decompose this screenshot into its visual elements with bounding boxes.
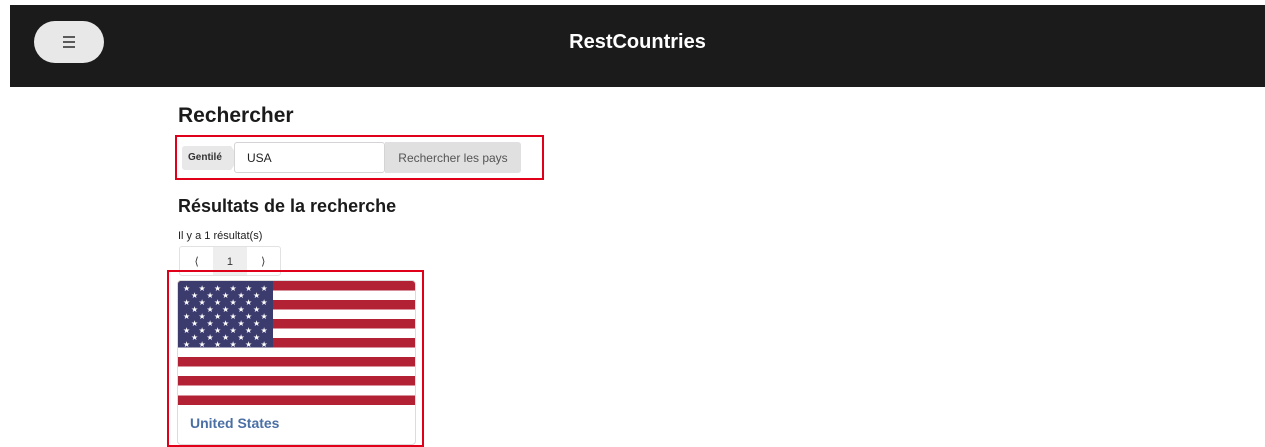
svg-text:★: ★	[253, 291, 260, 300]
svg-text:★: ★	[199, 340, 206, 349]
svg-text:★: ★	[245, 312, 252, 321]
search-input[interactable]	[234, 142, 385, 173]
svg-text:★: ★	[245, 298, 252, 307]
svg-text:★: ★	[230, 326, 237, 335]
search-heading: Rechercher	[178, 104, 294, 127]
svg-text:★: ★	[214, 284, 221, 293]
svg-text:★: ★	[261, 312, 268, 321]
country-name-link[interactable]: United States	[190, 415, 279, 431]
svg-text:★: ★	[183, 340, 190, 349]
svg-text:★: ★	[207, 305, 214, 314]
svg-text:★: ★	[230, 312, 237, 321]
svg-text:★: ★	[191, 333, 198, 342]
svg-text:★: ★	[222, 333, 229, 342]
svg-text:★: ★	[253, 305, 260, 314]
results-count: Il y a 1 résultat(s)	[178, 230, 263, 242]
svg-text:★: ★	[238, 291, 245, 300]
svg-text:★: ★	[199, 284, 206, 293]
svg-text:★: ★	[245, 340, 252, 349]
svg-text:★: ★	[253, 319, 260, 328]
svg-text:★: ★	[238, 333, 245, 342]
svg-text:★: ★	[199, 298, 206, 307]
svg-text:★: ★	[230, 298, 237, 307]
svg-text:★: ★	[214, 298, 221, 307]
us-flag-image: ★ ★ ★ ★ ★ ★★ ★ ★ ★ ★★ ★ ★ ★ ★ ★★ ★ ★ ★ ★★ ★ ★ ★ ★ ★★ ★ ★ ★ ★★ ★ ★ ★ ★ ★★…	[178, 281, 415, 405]
svg-text:★: ★	[222, 305, 229, 314]
svg-text:★: ★	[230, 340, 237, 349]
svg-text:★: ★	[207, 319, 214, 328]
app-title: RestCountries	[569, 31, 706, 53]
country-card[interactable]: ★ ★ ★ ★ ★ ★ ★ ★ ★ ★ ★ ★ ★ ★ ★ ★ ★ ★ ★ ★ ★ ★ ★ ★ ★ ★ ★ ★ ★ ★ ★ ★ ★ ★ ★ ★ ★ ★ ★ ★…	[177, 280, 416, 445]
search-form: Gentilé Rechercher les pays	[175, 135, 544, 180]
top-navbar: RestCountries	[10, 5, 1265, 87]
svg-text:★: ★	[261, 326, 268, 335]
search-button[interactable]: Rechercher les pays	[385, 142, 521, 173]
svg-text:★: ★	[238, 319, 245, 328]
svg-text:★: ★	[238, 305, 245, 314]
svg-text:★: ★	[183, 326, 190, 335]
svg-text:★: ★	[222, 319, 229, 328]
svg-text:★: ★	[207, 291, 214, 300]
svg-text:★: ★	[214, 340, 221, 349]
svg-text:★: ★	[230, 284, 237, 293]
filter-label: Gentilé	[182, 146, 239, 170]
svg-text:★: ★	[199, 326, 206, 335]
svg-text:★: ★	[222, 291, 229, 300]
svg-text:★: ★	[191, 319, 198, 328]
svg-text:★: ★	[245, 284, 252, 293]
svg-text:★: ★	[183, 298, 190, 307]
svg-text:★: ★	[207, 333, 214, 342]
svg-text:★: ★	[183, 312, 190, 321]
results-heading: Résultats de la recherche	[178, 196, 397, 216]
svg-text:★: ★	[261, 284, 268, 293]
svg-text:★: ★	[261, 340, 268, 349]
svg-text:★: ★	[183, 284, 190, 293]
svg-text:★: ★	[199, 312, 206, 321]
svg-text:★: ★	[261, 298, 268, 307]
results-highlight: ★ ★ ★ ★ ★ ★ ★ ★ ★ ★ ★ ★ ★ ★ ★ ★ ★ ★ ★ ★ ★ ★ ★ ★ ★ ★ ★ ★ ★ ★ ★ ★ ★ ★ ★ ★ ★ ★ ★ ★…	[167, 270, 424, 447]
svg-text:★: ★	[214, 312, 221, 321]
svg-text:★: ★	[191, 291, 198, 300]
svg-text:★: ★	[245, 326, 252, 335]
svg-text:★: ★	[214, 326, 221, 335]
svg-text:★: ★	[191, 305, 198, 314]
svg-text:★: ★	[253, 333, 260, 342]
